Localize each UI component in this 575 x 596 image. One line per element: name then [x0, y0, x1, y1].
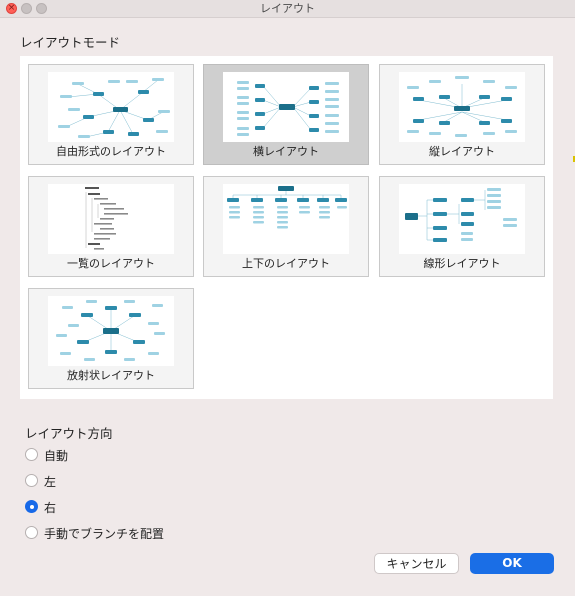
layout-tile-linear[interactable]: 線形レイアウト — [379, 176, 545, 277]
layout-tile-label: 一覧のレイアウト — [67, 257, 155, 270]
layout-mode-heading: レイアウトモード — [20, 35, 121, 50]
radio-button[interactable] — [25, 526, 38, 539]
layout-tile-label: 自由形式のレイアウト — [56, 145, 166, 158]
horizontal-layout-preview — [223, 72, 349, 142]
layout-mode-grid: 自由形式のレイアウト 横レイアウト 縦レイアウト 一覧のレイアウト 上下のレイア… — [20, 56, 553, 399]
linear-layout-preview — [399, 184, 525, 254]
radio-label: 右 — [44, 501, 57, 515]
vertical-layout-preview — [399, 72, 525, 142]
freeform-map-icon — [58, 78, 170, 138]
vertical-map-icon — [407, 76, 517, 137]
layout-tile-label: 縦レイアウト — [429, 145, 495, 158]
cancel-button[interactable]: キャンセル — [374, 553, 459, 574]
title-bar: × レイアウト — [0, 0, 575, 18]
radial-map-icon — [56, 300, 165, 361]
ok-button[interactable]: OK — [470, 553, 554, 574]
layout-direction-heading: レイアウト方向 — [25, 426, 113, 441]
linear-tree-icon — [405, 188, 517, 242]
freeform-layout-preview — [48, 72, 174, 142]
window-title: レイアウト — [260, 2, 315, 15]
layout-tile-label: 上下のレイアウト — [242, 257, 330, 270]
radio-button[interactable] — [25, 474, 38, 487]
layout-tile-outline[interactable]: 一覧のレイアウト — [28, 176, 194, 277]
layout-tile-label: 放射状レイアウト — [67, 369, 155, 382]
radio-button-selected[interactable] — [25, 500, 38, 513]
horizontal-map-icon — [237, 81, 339, 136]
layout-tile-top-down[interactable]: 上下のレイアウト — [203, 176, 369, 277]
outline-list-icon — [85, 187, 128, 250]
radio-button[interactable] — [25, 448, 38, 461]
layout-tile-label: 線形レイアウト — [423, 257, 501, 270]
layout-tile-vertical[interactable]: 縦レイアウト — [379, 64, 545, 165]
layout-tile-freeform[interactable]: 自由形式のレイアウト — [28, 64, 194, 165]
radio-label: 左 — [44, 475, 57, 489]
radial-layout-preview — [48, 296, 174, 366]
outline-layout-preview — [48, 184, 174, 254]
layout-tile-radial[interactable]: 放射状レイアウト — [28, 288, 194, 389]
layout-tile-horizontal[interactable]: 横レイアウト — [203, 64, 369, 165]
layout-tile-label: 横レイアウト — [253, 145, 319, 158]
top-down-tree-icon — [227, 186, 347, 229]
top-down-layout-preview — [223, 184, 349, 254]
radio-label: 手動でブランチを配置 — [44, 527, 165, 541]
radio-label: 自動 — [44, 449, 69, 463]
